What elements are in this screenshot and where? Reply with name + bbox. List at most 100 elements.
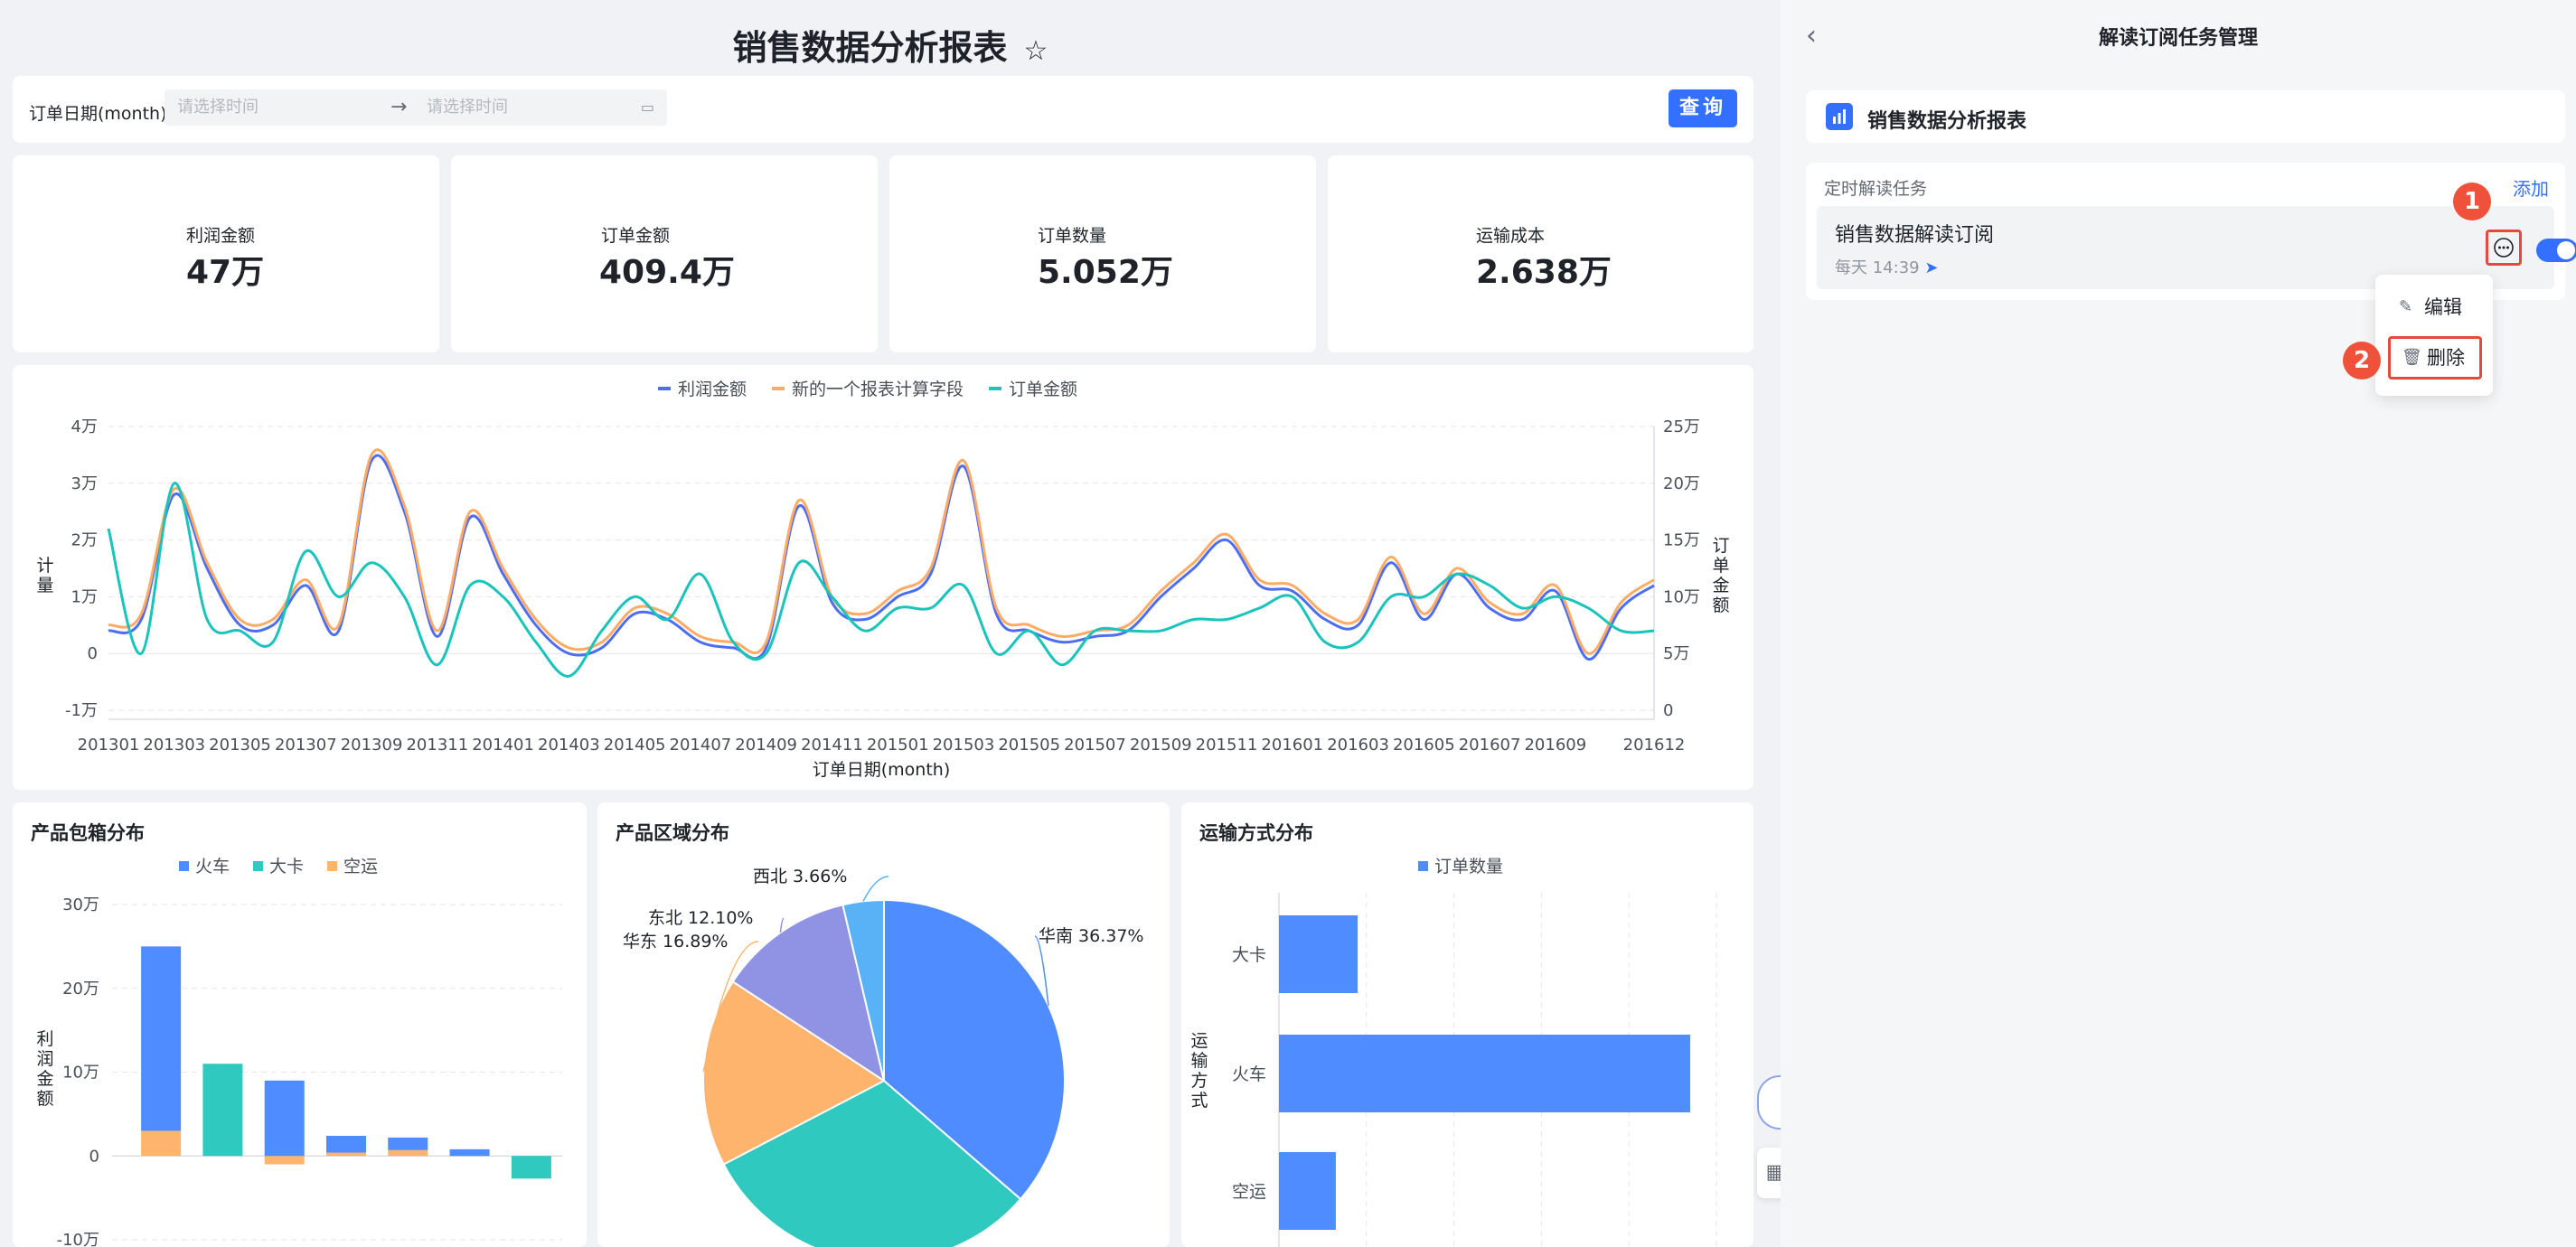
- bar-segment: [202, 1064, 243, 1157]
- query-button[interactable]: 查询: [1669, 89, 1737, 127]
- filter-bar: 订单日期(month) 请选择时间 → 请选择时间 ▭ 查询: [13, 76, 1753, 143]
- kpi-label: 订单数量: [1038, 226, 1107, 246]
- filter-label: 订单日期(month): [29, 104, 167, 124]
- bar-chart-icon: [1826, 103, 1853, 130]
- bar-segment: [141, 1130, 182, 1157]
- star-icon[interactable]: ☆: [1024, 35, 1048, 67]
- report-name: 销售数据分析报表: [1867, 110, 2027, 133]
- y-tick-label: 4万: [71, 417, 98, 436]
- x-tick-label: 201303: [143, 736, 205, 755]
- end-date-placeholder: 请选择时间: [427, 98, 508, 117]
- edit-icon: ✎: [2399, 297, 2413, 316]
- x-tick-label: 201307: [275, 736, 337, 755]
- y2-tick-label: 15万: [1663, 531, 1700, 550]
- pie-label: 东北 12.10%: [648, 908, 754, 928]
- category-label: 空运: [1232, 1182, 1266, 1202]
- legend-label: 订单数量: [1434, 857, 1503, 877]
- bar-segment: [264, 1156, 305, 1165]
- legend-marker: [179, 861, 189, 871]
- arrow-right-icon: →: [390, 96, 408, 118]
- y-tick-label: 10万: [62, 1064, 99, 1083]
- legend-label: 火车: [195, 857, 230, 877]
- bar-segment: [141, 946, 182, 1131]
- task-section-label: 定时解读任务: [1824, 179, 1928, 199]
- date-range-input[interactable]: 请选择时间 → 请选择时间 ▭: [165, 89, 667, 126]
- bar-segment: [326, 1135, 366, 1153]
- x-tick-label: 201605: [1393, 736, 1455, 755]
- y-tick-label: 1万: [71, 587, 98, 606]
- pie-label: 西北 3.66%: [753, 867, 847, 886]
- legend-label: 空运: [343, 857, 378, 877]
- task-name: 销售数据解读订阅: [1835, 224, 1995, 247]
- y2-tick-label: 25万: [1663, 417, 1700, 436]
- bar-segment: [388, 1149, 428, 1157]
- x-tick-label: 201612: [1623, 736, 1686, 755]
- step-badge-2: 2: [2343, 342, 2381, 380]
- x-tick-label: 201607: [1459, 736, 1521, 755]
- x-tick-label: 201401: [472, 736, 534, 755]
- kpi-value: 409.4万: [599, 254, 735, 291]
- y-tick-label: 30万: [62, 895, 99, 914]
- x-tick-label: 201505: [998, 736, 1060, 755]
- y-tick-label: 3万: [71, 474, 98, 493]
- menu-item-delete[interactable]: 🗑 删除: [2388, 336, 2482, 380]
- pie-label: 华东 16.89%: [623, 932, 729, 952]
- x-tick-label: 201501: [867, 736, 929, 755]
- x-tick-label: 201603: [1327, 736, 1389, 755]
- kpi-label: 利润金额: [186, 226, 256, 246]
- y2-tick-label: 0: [1663, 701, 1673, 720]
- y-tick-label: 0: [88, 644, 98, 663]
- more-options-button[interactable]: [2486, 230, 2522, 266]
- legend-label: 订单金额: [1009, 380, 1077, 399]
- bar: [1279, 915, 1359, 993]
- add-task-link[interactable]: 添加: [2513, 174, 2549, 201]
- box-chart-title: 产品包箱分布: [31, 822, 145, 844]
- bar-segment: [511, 1156, 551, 1179]
- x-tick-label: 201311: [406, 736, 468, 755]
- legend-label: 新的一个报表计算字段: [792, 380, 964, 399]
- bar: [1279, 1035, 1690, 1112]
- x-tick-label: 201405: [604, 736, 666, 755]
- step-badge-1: 1: [2453, 183, 2491, 220]
- y2-axis-label: 订单金额: [1712, 536, 1729, 615]
- x-tick-label: 201601: [1261, 736, 1323, 755]
- kpi-label: 订单金额: [601, 226, 671, 246]
- category-label: 火车: [1232, 1064, 1266, 1084]
- task-enabled-toggle[interactable]: [2536, 239, 2576, 262]
- kpi-label: 运输成本: [1476, 226, 1546, 246]
- page-title-text: 销售数据分析报表: [732, 28, 1008, 68]
- menu-item-edit[interactable]: ✎ 编辑: [2388, 286, 2482, 329]
- ship-chart-card: 运输方式分布 订单数量 大卡 火车 空运 运输方式: [1181, 802, 1753, 1247]
- x-tick-label: 201403: [538, 736, 600, 755]
- x-tick-label: 201609: [1524, 736, 1586, 755]
- x-tick-label: 201411: [801, 736, 863, 755]
- bar-segment: [264, 1080, 305, 1157]
- kpi-card-order-count: 订单数量 5.052万: [889, 155, 1316, 352]
- legend-label: 利润金额: [678, 380, 747, 399]
- bar-segment: [388, 1137, 428, 1150]
- kpi-card-order-amount: 订单金额 409.4万: [451, 155, 878, 352]
- y-tick-label: 0: [89, 1147, 99, 1166]
- y2-tick-label: 20万: [1663, 474, 1700, 493]
- x-tick-label: 201301: [78, 736, 140, 755]
- legend-label: 大卡: [269, 857, 304, 877]
- y-tick-label: -10万: [57, 1231, 99, 1247]
- menu-delete-label: 删除: [2427, 347, 2465, 369]
- x-tick-label: 201409: [735, 736, 797, 755]
- box-chart: 火车 大卡 空运 -10万 0 10万 20万 30万利润金额: [36, 857, 562, 1247]
- x-tick-label: 201309: [341, 736, 403, 755]
- region-chart-card: 产品区域分布 华南 36.37% 华东 16.89% 东北 12.10% 西北 3.6…: [597, 802, 1170, 1247]
- region-chart-title: 产品区域分布: [616, 822, 729, 844]
- kpi-value: 47万: [186, 254, 265, 291]
- pie-leader-line: [862, 876, 889, 902]
- calendar-icon: ▭: [640, 98, 654, 116]
- series-line: [108, 454, 1655, 661]
- bar-segment: [449, 1149, 490, 1157]
- y-tick-label: -1万: [65, 701, 98, 720]
- panel-header: ‹ 解读订阅任务管理: [1781, 0, 2576, 69]
- task-options-menu: ✎ 编辑 🗑 删除: [2375, 275, 2493, 396]
- kpi-card-shipping-cost: 运输成本 2.638万: [1328, 155, 1753, 352]
- y2-tick-label: 10万: [1663, 587, 1700, 606]
- y-tick-label: 20万: [62, 980, 99, 999]
- y-axis-label: 利润金额: [36, 1029, 53, 1109]
